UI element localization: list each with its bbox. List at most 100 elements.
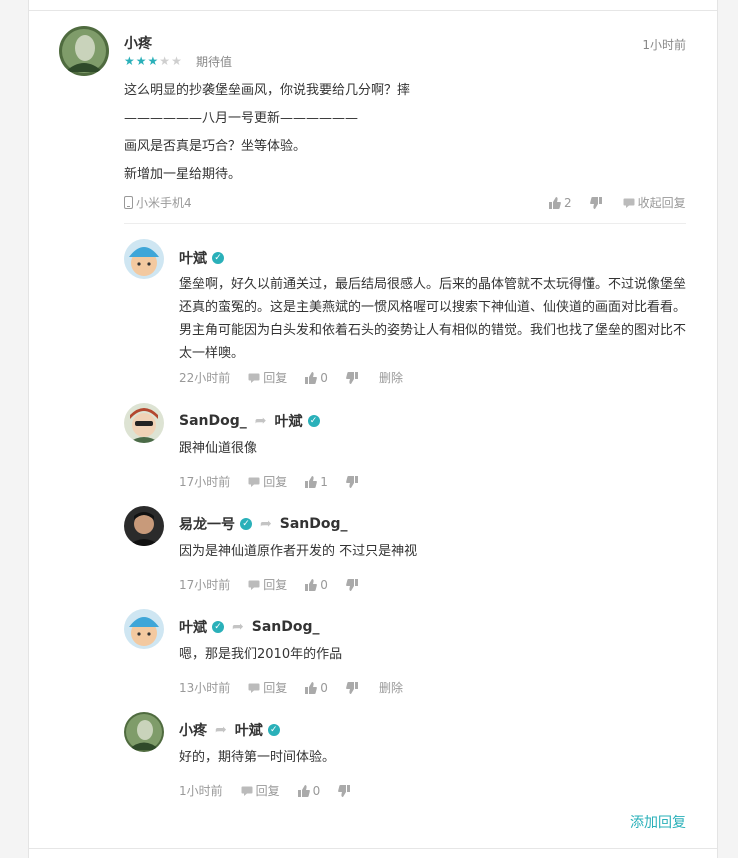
reply-button-label: 回复 xyxy=(263,475,288,489)
device-name: 小米手机4 xyxy=(136,196,192,210)
reply-meta: 1小时前 回复 0 xyxy=(179,782,371,799)
rating-label: 期待值 xyxy=(196,55,233,69)
star-filled-icon: ★ xyxy=(135,54,148,68)
reply-button[interactable]: 回复 xyxy=(248,473,287,490)
reply-author[interactable]: 叶斌 xyxy=(179,248,207,268)
reply-time: 1小时前 xyxy=(179,784,223,798)
dislike-button[interactable] xyxy=(338,784,353,797)
reply-button-label: 回复 xyxy=(263,371,288,385)
comment-icon xyxy=(241,786,253,796)
reply-header: SanDog_ ➦ 叶斌 ✓ xyxy=(179,411,320,431)
thumbs-down-icon xyxy=(346,371,358,384)
comment-icon xyxy=(248,373,260,383)
star-empty-icon: ★ xyxy=(171,54,183,68)
like-button[interactable]: 0 xyxy=(305,371,328,385)
dislike-button[interactable] xyxy=(589,196,605,209)
avatar[interactable] xyxy=(124,239,164,279)
thumbs-down-icon xyxy=(346,475,358,488)
like-count: 0 xyxy=(320,680,328,695)
reply-author[interactable]: 叶斌 xyxy=(179,617,207,637)
reply-target[interactable]: 叶斌 xyxy=(235,720,263,740)
verified-icon: ✓ xyxy=(240,518,252,530)
avatar[interactable] xyxy=(59,26,109,76)
reply-button[interactable]: 回复 xyxy=(248,369,287,386)
comment-card: 小疼 1小时前 ★★★★★ 期待值 这么明显的抄袭堡垒画风，你说我要给几分啊？摔… xyxy=(28,0,718,858)
avatar[interactable] xyxy=(124,609,164,649)
like-count: 2 xyxy=(564,195,572,210)
divider xyxy=(124,223,686,224)
reply-time: 13小时前 xyxy=(179,681,231,695)
reply-author[interactable]: 小疼 xyxy=(179,720,207,740)
phone-icon xyxy=(124,196,133,209)
reply-to-arrow-icon: ➦ xyxy=(232,619,244,635)
comment-actions: 2 收起回复 xyxy=(549,194,686,211)
like-count: 0 xyxy=(320,370,328,385)
thumbs-up-icon xyxy=(305,475,318,488)
reply-time: 17小时前 xyxy=(179,475,231,489)
dislike-button[interactable] xyxy=(346,681,361,694)
reply-button[interactable]: 回复 xyxy=(241,782,280,799)
dislike-button[interactable] xyxy=(346,578,361,591)
like-button[interactable]: 0 xyxy=(297,783,321,798)
comment-author[interactable]: 小疼 xyxy=(124,33,152,53)
reply-button[interactable]: 回复 xyxy=(248,679,287,696)
dislike-button[interactable] xyxy=(346,475,361,488)
reply-target[interactable]: SanDog_ xyxy=(280,516,348,532)
divider-top xyxy=(29,10,717,11)
thumbs-up-icon xyxy=(305,371,318,384)
reply-text: 堡垒啊，好久以前通关过，最后结局很感人。后来的晶体管就不太玩得懂。不过说像堡垒还… xyxy=(179,277,687,361)
like-button[interactable]: 2 xyxy=(549,196,572,210)
reply-to-arrow-icon: ➦ xyxy=(260,516,272,532)
add-reply-link[interactable]: 添加回复 xyxy=(629,812,686,832)
like-button[interactable]: 0 xyxy=(305,681,328,695)
reply-meta: 17小时前 回复 1 xyxy=(179,473,379,490)
comment-time: 1小时前 xyxy=(642,38,686,52)
star-empty-icon: ★ xyxy=(159,54,172,68)
star-filled-icon: ★ xyxy=(147,54,160,68)
reply-button[interactable]: 回复 xyxy=(248,576,287,593)
reply-to-arrow-icon: ➦ xyxy=(215,722,227,738)
reply-meta: 13小时前 回复 0 删除 xyxy=(179,679,421,696)
like-count: 0 xyxy=(312,783,321,798)
comment-text-line: ——————八月一号更新—————— xyxy=(124,111,359,126)
reply-text: 好的，期待第一时间体验。 xyxy=(179,750,336,765)
collapse-replies-button[interactable]: 收起回复 xyxy=(623,194,686,211)
dislike-button[interactable] xyxy=(346,371,361,384)
device-info: 小米手机4 xyxy=(124,194,192,211)
delete-button[interactable]: 删除 xyxy=(379,679,403,696)
avatar[interactable] xyxy=(124,712,164,752)
like-button[interactable]: 1 xyxy=(305,475,328,489)
thumbs-up-icon xyxy=(297,784,310,797)
thumbs-down-icon xyxy=(338,784,351,797)
reply-meta: 17小时前 回复 0 xyxy=(179,576,379,593)
comment-text-line: 画风是否真是巧合？坐等体验。 xyxy=(124,139,307,154)
thumbs-up-icon xyxy=(549,196,561,209)
reply-author[interactable]: SanDog_ xyxy=(179,413,247,429)
reply-target[interactable]: 叶斌 xyxy=(275,411,303,431)
thumbs-up-icon xyxy=(305,681,318,694)
reply-header: 叶斌 ✓ xyxy=(179,248,224,268)
verified-icon: ✓ xyxy=(307,415,320,427)
reply-text: 跟神仙道很像 xyxy=(179,441,258,456)
reply-header: 小疼 ➦ 叶斌 ✓ xyxy=(179,720,280,740)
divider-bottom xyxy=(29,848,717,849)
star-filled-icon: ★ xyxy=(124,54,136,68)
comment-icon xyxy=(248,477,260,487)
comment-icon xyxy=(248,580,260,590)
reply-time: 17小时前 xyxy=(179,578,231,592)
reply-header: 易龙一号 ✓ ➦ SanDog_ xyxy=(179,514,348,534)
comment-icon xyxy=(248,683,260,693)
thumbs-down-icon xyxy=(589,196,602,209)
reply-button-label: 回复 xyxy=(263,681,288,695)
like-count: 1 xyxy=(320,474,328,489)
avatar[interactable] xyxy=(124,403,164,443)
like-button[interactable]: 0 xyxy=(305,578,328,592)
reply-to-arrow-icon: ➦ xyxy=(254,413,267,429)
verified-icon: ✓ xyxy=(267,724,280,736)
thumbs-down-icon xyxy=(346,681,358,694)
avatar[interactable] xyxy=(124,506,164,546)
delete-button[interactable]: 删除 xyxy=(379,369,403,386)
reply-author[interactable]: 易龙一号 xyxy=(179,514,235,534)
reply-target[interactable]: SanDog_ xyxy=(252,619,320,635)
thumbs-down-icon xyxy=(346,578,358,591)
